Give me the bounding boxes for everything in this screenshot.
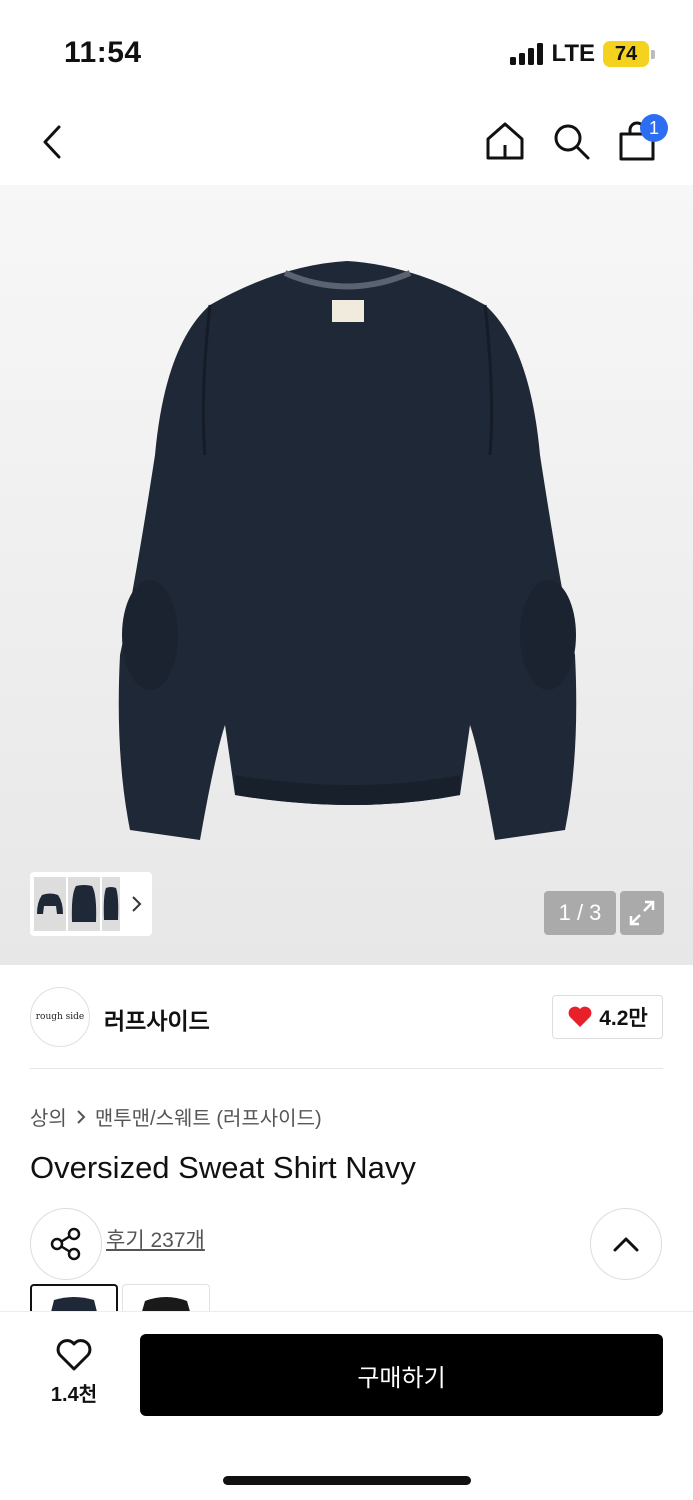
gallery-page-counter: 1 / 3 — [544, 891, 616, 935]
home-button[interactable] — [482, 118, 528, 164]
color-option-thumbnail — [141, 1297, 191, 1314]
brand-name[interactable]: 러프사이드 — [104, 1002, 210, 1036]
wishlist-button[interactable]: 1.4천 — [36, 1338, 112, 1410]
heart-outline-icon — [56, 1339, 92, 1371]
color-option-navy[interactable] — [30, 1284, 118, 1314]
home-icon — [486, 122, 524, 160]
expand-image-button[interactable] — [620, 891, 664, 935]
home-indicator — [223, 1476, 471, 1485]
gallery-thumbnail-strip[interactable] — [30, 872, 152, 936]
heart-filled-icon — [568, 1006, 592, 1027]
product-image-gallery[interactable]: 1 / 3 — [0, 185, 693, 965]
brand-like-button[interactable]: 4.2만 — [552, 995, 663, 1039]
brand-logo-text: rough side — [35, 1012, 85, 1022]
share-button[interactable] — [30, 1208, 102, 1280]
status-time: 11:54 — [64, 36, 142, 69]
status-bar: 11:54 LTE 74 — [0, 0, 693, 100]
top-nav: 1 — [0, 100, 693, 185]
chevron-right-icon — [132, 896, 142, 912]
search-icon — [554, 124, 590, 160]
chevron-up-icon — [613, 1237, 639, 1252]
bottom-action-bar: 1.4천 구매하기 — [0, 1311, 693, 1500]
product-title: Oversized Sweat Shirt Navy — [30, 1150, 416, 1185]
chevron-right-icon — [77, 1109, 86, 1124]
divider — [30, 1068, 663, 1069]
status-indicators: LTE 74 — [510, 40, 655, 68]
expand-icon — [629, 900, 655, 926]
gallery-thumbnail[interactable] — [34, 877, 66, 931]
search-button[interactable] — [548, 118, 594, 164]
color-option-thumbnail — [50, 1297, 98, 1314]
color-option-black[interactable] — [122, 1284, 210, 1314]
wishlist-count: 1.4천 — [50, 1384, 98, 1406]
gallery-thumbnail[interactable] — [68, 877, 100, 931]
brand-like-count: 4.2만 — [599, 1007, 648, 1030]
battery-icon: 74 — [603, 41, 655, 67]
breadcrumb-item[interactable]: 맨투맨/스웨트 (러프사이드) — [95, 1102, 322, 1131]
scroll-to-top-button[interactable] — [590, 1208, 662, 1280]
back-button[interactable] — [30, 120, 74, 164]
brand-logo[interactable]: rough side — [30, 987, 90, 1047]
battery-level: 74 — [603, 41, 649, 67]
product-image — [118, 261, 577, 840]
cart-count-badge: 1 — [640, 114, 668, 142]
review-count-link[interactable]: 후기 237개 — [106, 1224, 205, 1254]
breadcrumb: 상의 맨투맨/스웨트 (러프사이드) — [30, 1102, 322, 1131]
share-icon — [50, 1227, 81, 1261]
cellular-signal-icon — [510, 43, 544, 65]
network-type: LTE — [551, 40, 595, 67]
brand-row: rough side 러프사이드 4.2만 — [0, 965, 693, 1070]
breadcrumb-item[interactable]: 상의 — [30, 1102, 67, 1131]
chevron-left-icon — [43, 125, 61, 159]
buy-button[interactable]: 구매하기 — [140, 1334, 663, 1416]
gallery-thumbnail[interactable] — [102, 877, 120, 931]
cart-button[interactable]: 1 — [614, 114, 668, 164]
